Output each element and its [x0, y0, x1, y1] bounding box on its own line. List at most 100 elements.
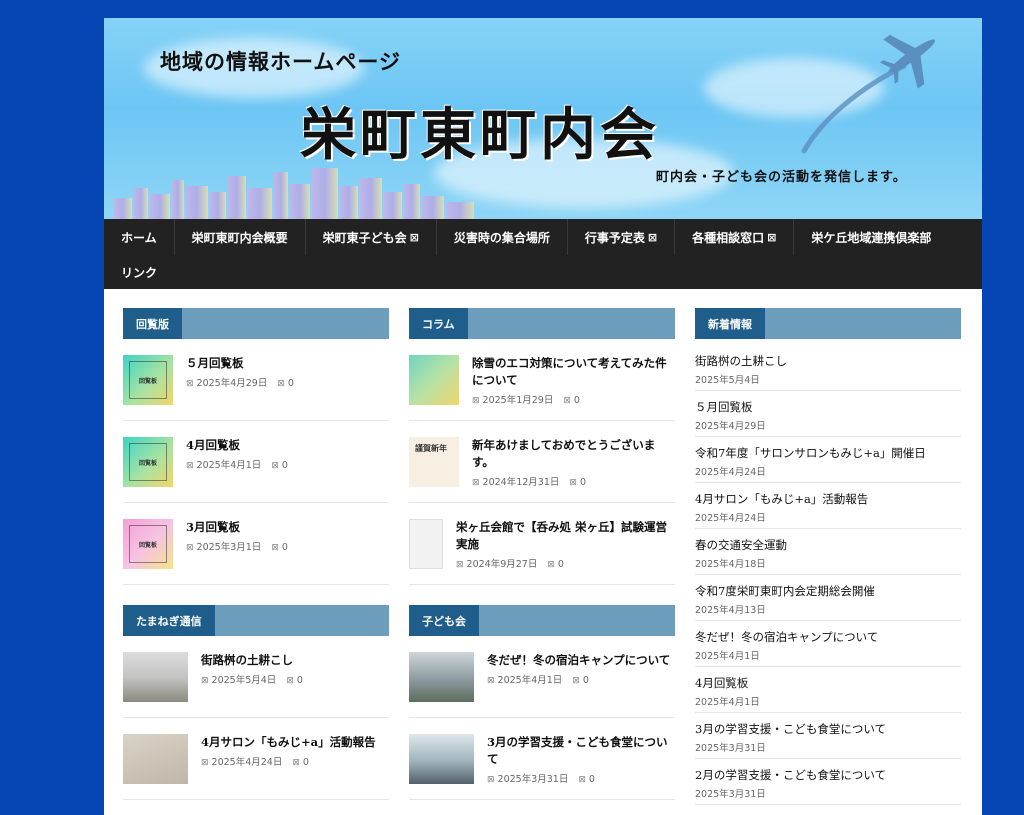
- post-date: 2025年4月1日: [196, 460, 262, 471]
- recent-post-item[interactable]: 4月サロン「もみじ+a」活動報告 2025年4月24日: [695, 491, 961, 529]
- post-item[interactable]: 回覧板 3月回覧板 ⊠ 2025年3月1日 ⊠ 0: [123, 519, 389, 585]
- post-title[interactable]: 除雪のエコ対策について考えてみた件について: [472, 355, 675, 389]
- nav-item-home[interactable]: ホーム: [104, 219, 175, 255]
- post-meta: ⊠ 2025年4月24日 ⊠ 0: [201, 754, 376, 768]
- nav-item-consultation[interactable]: 各種相談窓口 ⊠: [675, 219, 795, 255]
- post-thumbnail[interactable]: 回覧板: [123, 519, 173, 569]
- recent-post-title[interactable]: 4月サロン「もみじ+a」活動報告: [695, 491, 961, 508]
- recent-post-item[interactable]: 4月回覧板 2025年4月1日: [695, 675, 961, 713]
- post-title[interactable]: 4月回覧板: [186, 437, 288, 454]
- nav-row: ホーム 栄町東町内会概要 栄町東子ども会 ⊠ 災害時の集合場所 行事予定表 ⊠ 各種…: [104, 219, 982, 255]
- recent-post-item[interactable]: 2月の学習支援・こども食堂について 2025年3月31日: [695, 767, 961, 805]
- comment-count[interactable]: 0: [574, 395, 580, 406]
- recent-post-title[interactable]: ５月回覧板: [695, 399, 961, 416]
- recent-post-date: 2025年3月31日: [695, 743, 766, 754]
- recent-post-item[interactable]: 冬だぜ！冬の宿泊キャンプについて 2025年4月1日: [695, 629, 961, 667]
- nav-item-label: 各種相談窓口: [692, 230, 765, 245]
- recent-post-title[interactable]: 4月回覧板: [695, 675, 961, 692]
- post-thumbnail[interactable]: 謹賀新年: [409, 437, 459, 487]
- post-item[interactable]: 栄ヶ丘会館で【呑み処 栄ヶ丘】試験運営実施 ⊠ 2024年9月27日 ⊠ 0: [409, 519, 675, 585]
- post-date: 2025年4月24日: [211, 757, 283, 768]
- post-date: 2024年12月31日: [482, 477, 560, 488]
- nav-item-kodomokai[interactable]: 栄町東子ども会 ⊠: [306, 219, 437, 255]
- recent-post-date: 2025年4月24日: [695, 467, 766, 478]
- comment-count[interactable]: 0: [583, 675, 589, 686]
- nav-item-evacuation[interactable]: 災害時の集合場所: [437, 219, 568, 255]
- nav-item-links[interactable]: リンク: [104, 254, 174, 290]
- post-thumbnail[interactable]: [409, 355, 459, 405]
- recent-post-item[interactable]: 令和7年度「サロンサロンもみじ+a」開催日 2025年4月24日: [695, 445, 961, 483]
- recent-post-title[interactable]: 令和7度栄町東町内会定期総会開催: [695, 583, 961, 600]
- post-thumbnail[interactable]: 回覧板: [123, 355, 173, 405]
- post-title[interactable]: 新年あけましておめでとうございます。: [472, 437, 675, 471]
- post-title[interactable]: 街路桝の土耕こし: [201, 652, 303, 669]
- post-item[interactable]: 冬だぜ！冬の宿泊キャンプについて ⊠ 2025年4月1日 ⊠ 0: [409, 652, 675, 718]
- section-label[interactable]: たまねぎ通信: [123, 605, 215, 636]
- thumbnail-text: 回覧板: [138, 460, 157, 467]
- calendar-icon: ⊠: [456, 560, 464, 570]
- calendar-icon: ⊠: [201, 676, 209, 686]
- recent-post-title[interactable]: 春の交通安全運動: [695, 537, 961, 554]
- recent-post-title[interactable]: 冬だぜ！冬の宿泊キャンプについて: [695, 629, 961, 646]
- nav-item-schedule[interactable]: 行事予定表 ⊠: [568, 219, 676, 255]
- post-item[interactable]: 4月サロン「もみじ+a」活動報告 ⊠ 2025年4月24日 ⊠ 0: [123, 734, 389, 800]
- post-date: 2025年3月31日: [497, 774, 569, 785]
- comment-count[interactable]: 0: [589, 774, 595, 785]
- nav-item-label: 災害時の集合場所: [453, 230, 550, 245]
- comment-count[interactable]: 0: [303, 757, 309, 768]
- post-date: 2025年4月1日: [497, 675, 563, 686]
- recent-post-item[interactable]: 3月の学習支援・こども食堂について 2025年3月31日: [695, 721, 961, 759]
- post-item[interactable]: 3月の学習支援・こども食堂について ⊠ 2025年3月31日 ⊠ 0: [409, 734, 675, 800]
- post-item[interactable]: 回覧板 4月回覧板 ⊠ 2025年4月1日 ⊠ 0: [123, 437, 389, 503]
- dropdown-caret-icon: ⊠: [767, 230, 777, 244]
- post-meta: ⊠ 2025年4月29日 ⊠ 0: [186, 375, 294, 389]
- recent-post-item[interactable]: 街路桝の土耕こし 2025年5月4日: [695, 353, 961, 391]
- post-thumbnail[interactable]: [409, 734, 474, 784]
- calendar-icon: ⊠: [487, 676, 495, 686]
- recent-post-date: 2025年4月1日: [695, 697, 760, 708]
- recent-post-item[interactable]: ５月回覧板 2025年4月29日: [695, 399, 961, 437]
- recent-post-title[interactable]: 2月の学習支援・こども食堂について: [695, 767, 961, 784]
- calendar-icon: ⊠: [201, 758, 209, 768]
- section-label[interactable]: 回覧版: [123, 308, 182, 339]
- post-meta: ⊠ 2025年5月4日 ⊠ 0: [201, 672, 303, 686]
- post-thumbnail[interactable]: [409, 519, 443, 569]
- nav-item-club[interactable]: 栄ケ丘地域連携倶楽部: [794, 219, 948, 255]
- recent-post-title[interactable]: 令和7年度「サロンサロンもみじ+a」開催日: [695, 445, 961, 462]
- comment-count[interactable]: 0: [282, 460, 288, 471]
- comment-count[interactable]: 0: [297, 675, 303, 686]
- post-thumbnail[interactable]: [123, 734, 188, 784]
- post-title[interactable]: ５月回覧板: [186, 355, 294, 372]
- post-date: 2025年1月29日: [482, 395, 554, 406]
- comment-count[interactable]: 0: [580, 477, 586, 488]
- post-thumbnail[interactable]: [409, 652, 474, 702]
- comment-count[interactable]: 0: [558, 559, 564, 570]
- recent-post-item[interactable]: 令和7度栄町東町内会定期総会開催 2025年4月13日: [695, 583, 961, 621]
- post-title[interactable]: 3月回覧板: [186, 519, 288, 536]
- section-label[interactable]: コラム: [409, 308, 468, 339]
- post-item[interactable]: 街路桝の土耕こし ⊠ 2025年5月4日 ⊠ 0: [123, 652, 389, 718]
- site-header-banner[interactable]: 地域の情報ホームページ 栄町東町内会 町内会・子ども会の活動を発信します。: [104, 18, 982, 219]
- post-item[interactable]: 除雪のエコ対策について考えてみた件について ⊠ 2025年1月29日 ⊠ 0: [409, 355, 675, 421]
- nav-item-overview[interactable]: 栄町東町内会概要: [175, 219, 306, 255]
- thumbnail-text: 回覧板: [138, 542, 157, 549]
- comment-count[interactable]: 0: [288, 378, 294, 389]
- post-item[interactable]: 回覧板 ５月回覧板 ⊠ 2025年4月29日 ⊠ 0: [123, 355, 389, 421]
- post-title[interactable]: 3月の学習支援・こども食堂について: [487, 734, 675, 768]
- recent-post-date: 2025年4月1日: [695, 651, 760, 662]
- recent-post-item[interactable]: 春の交通安全運動 2025年4月18日: [695, 537, 961, 575]
- comment-count[interactable]: 0: [282, 542, 288, 553]
- main-navigation: ホーム 栄町東町内会概要 栄町東子ども会 ⊠ 災害時の集合場所 行事予定表 ⊠ 各種…: [104, 219, 982, 289]
- post-item[interactable]: 謹賀新年 新年あけましておめでとうございます。 ⊠ 2024年12月31日 ⊠ 0: [409, 437, 675, 503]
- section-header: 新着情報: [695, 308, 961, 339]
- recent-post-title[interactable]: 3月の学習支援・こども食堂について: [695, 721, 961, 738]
- post-title[interactable]: 4月サロン「もみじ+a」活動報告: [201, 734, 376, 751]
- site-title[interactable]: 栄町東町内会: [300, 90, 660, 171]
- section-label[interactable]: 子ども会: [409, 605, 479, 636]
- post-title[interactable]: 栄ヶ丘会館で【呑み処 栄ヶ丘】試験運営実施: [456, 519, 674, 553]
- recent-post-date: 2025年4月18日: [695, 559, 766, 570]
- post-thumbnail[interactable]: [123, 652, 188, 702]
- post-title[interactable]: 冬だぜ！冬の宿泊キャンプについて: [487, 652, 670, 669]
- post-thumbnail[interactable]: 回覧板: [123, 437, 173, 487]
- recent-post-title[interactable]: 街路桝の土耕こし: [695, 353, 961, 370]
